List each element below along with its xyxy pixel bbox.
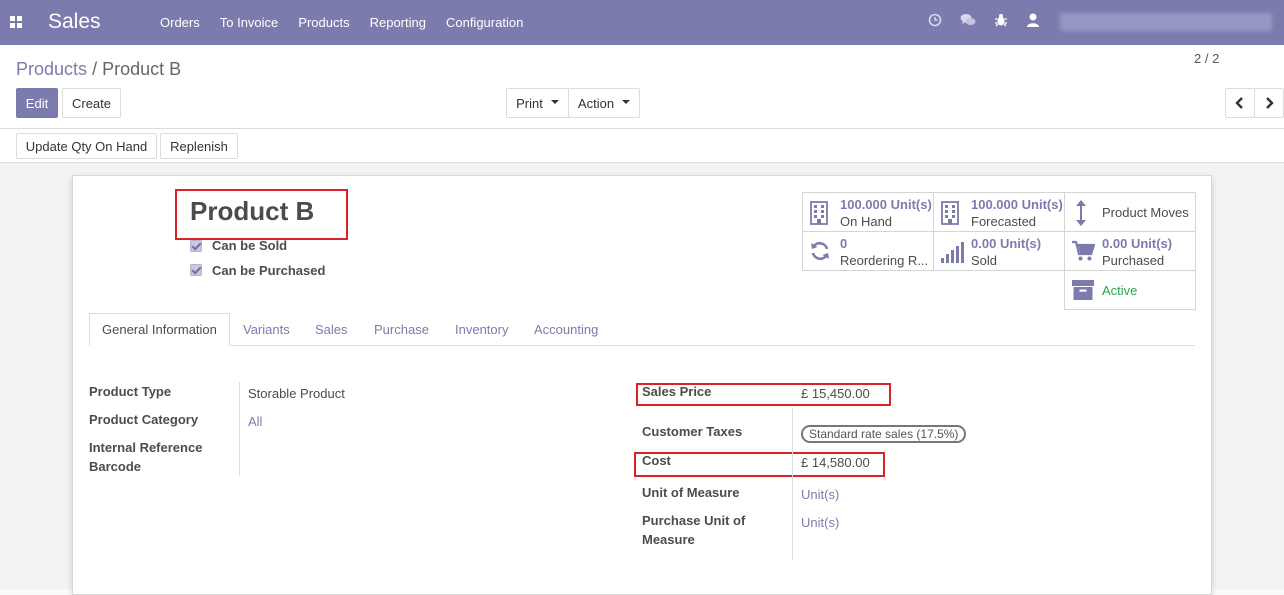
product-category-value[interactable]: All xyxy=(248,414,262,429)
forecasted-label: Forecasted xyxy=(971,214,1037,229)
product-category-label: Product Category xyxy=(89,412,199,427)
breadcrumb: Products / Product B xyxy=(16,59,181,80)
action-label: Action xyxy=(577,95,615,111)
breadcrumb-current: Product B xyxy=(102,59,182,79)
caret-down-icon xyxy=(550,100,559,104)
clock-icon[interactable] xyxy=(928,13,942,27)
print-label: Print xyxy=(516,95,543,111)
user-avatar-icon[interactable] xyxy=(1026,12,1040,28)
systray xyxy=(928,12,1040,28)
building-icon xyxy=(940,201,960,228)
product-moves-label: Product Moves xyxy=(1102,205,1189,220)
internal-reference-label: Internal Reference xyxy=(89,440,203,455)
signal-bars-icon xyxy=(940,240,964,267)
control-panel: Products / Product B xyxy=(0,45,1284,129)
menu-orders[interactable]: Orders xyxy=(150,15,210,30)
highlight-box-product-name xyxy=(175,189,348,240)
on-hand-stat-button[interactable]: 100.000 Unit(s) On Hand xyxy=(802,192,934,232)
active-label: Active xyxy=(1102,283,1138,298)
can-be-sold-label: Can be Sold xyxy=(212,238,288,253)
on-hand-label: On Hand xyxy=(840,214,893,229)
menu-reporting[interactable]: Reporting xyxy=(360,15,436,30)
highlight-box-cost xyxy=(634,452,885,477)
shopping-cart-icon xyxy=(1071,240,1096,265)
chat-icon[interactable] xyxy=(960,13,976,27)
product-moves-stat-button[interactable]: Product Moves xyxy=(1064,192,1196,232)
purchase-uom-label-line1: Purchase Unit of xyxy=(642,513,746,528)
forecasted-value: 100.000 Unit(s) xyxy=(971,197,1063,212)
purchased-stat-button[interactable]: 0.00 Unit(s) Purchased xyxy=(1064,231,1196,271)
purchased-value: 0.00 Unit(s) xyxy=(1102,236,1173,251)
tab-general-information[interactable]: General Information xyxy=(89,313,230,346)
customer-taxes-label: Customer Taxes xyxy=(642,424,743,439)
user-name-redacted[interactable] xyxy=(1060,13,1272,31)
pager-next-button[interactable] xyxy=(1254,88,1284,118)
sold-label: Sold xyxy=(971,253,998,268)
chevron-left-icon xyxy=(1235,97,1243,109)
forecasted-stat-button[interactable]: 100.000 Unit(s) Forecasted xyxy=(933,192,1065,232)
reordering-stat-button[interactable]: 0 Reordering R... xyxy=(802,231,934,271)
right-group-separator xyxy=(792,408,793,560)
action-dropdown[interactable]: Action xyxy=(568,88,640,118)
barcode-label: Barcode xyxy=(89,459,142,474)
refresh-icon xyxy=(809,240,831,265)
update-qty-on-hand-button[interactable]: Update Qty On Hand xyxy=(16,133,157,159)
archive-icon xyxy=(1071,279,1095,304)
purchased-label: Purchased xyxy=(1102,253,1165,268)
apps-menu-icon[interactable] xyxy=(10,16,22,28)
product-type-label: Product Type xyxy=(89,384,172,399)
reordering-label: Reordering R... xyxy=(840,253,929,268)
chevron-right-icon xyxy=(1266,97,1274,109)
sold-stat-button[interactable]: 0.00 Unit(s) Sold xyxy=(933,231,1065,271)
on-hand-value: 100.000 Unit(s) xyxy=(840,197,932,212)
tab-variants[interactable]: Variants xyxy=(243,313,290,346)
menu-products[interactable]: Products xyxy=(288,15,359,30)
main-menu: Orders To Invoice Products Reporting Con… xyxy=(150,0,533,45)
building-icon xyxy=(809,201,829,228)
unit-of-measure-label: Unit of Measure xyxy=(642,485,740,500)
sold-value: 0.00 Unit(s) xyxy=(971,236,1042,251)
can-be-purchased-checkbox[interactable] xyxy=(190,264,202,276)
can-be-sold-checkbox[interactable] xyxy=(190,240,202,252)
active-toggle-button[interactable]: Active xyxy=(1064,270,1196,310)
unit-of-measure-value[interactable]: Unit(s) xyxy=(801,487,839,502)
purchase-uom-label-line2: Measure xyxy=(642,532,695,547)
product-type-value[interactable]: Storable Product xyxy=(248,386,345,401)
tab-sales[interactable]: Sales xyxy=(315,313,348,346)
create-button[interactable]: Create xyxy=(62,88,121,118)
caret-down-icon xyxy=(622,100,631,104)
purchase-uom-value[interactable]: Unit(s) xyxy=(801,515,839,530)
can-be-purchased-label: Can be Purchased xyxy=(212,263,326,278)
top-navbar: Sales Orders To Invoice Products Reporti… xyxy=(0,0,1284,45)
highlight-box-sales-price xyxy=(636,383,891,406)
left-group-separator xyxy=(239,382,240,476)
print-dropdown[interactable]: Print xyxy=(506,88,569,118)
bug-icon[interactable] xyxy=(994,13,1008,27)
customer-tax-tag[interactable]: Standard rate sales (17.5%) xyxy=(801,425,967,443)
vertical-arrows-icon xyxy=(1075,199,1087,230)
replenish-button[interactable]: Replenish xyxy=(160,133,238,159)
app-name: Sales xyxy=(48,10,101,33)
pager-previous-button[interactable] xyxy=(1225,88,1255,118)
breadcrumb-products[interactable]: Products xyxy=(16,59,87,79)
tab-inventory[interactable]: Inventory xyxy=(455,313,508,346)
menu-configuration[interactable]: Configuration xyxy=(436,15,533,30)
menu-to-invoice[interactable]: To Invoice xyxy=(210,15,289,30)
tab-accounting[interactable]: Accounting xyxy=(534,313,598,346)
tab-purchase[interactable]: Purchase xyxy=(374,313,429,346)
pager-value[interactable]: 2 / 2 xyxy=(1194,51,1219,66)
reordering-value: 0 xyxy=(840,236,848,251)
breadcrumb-separator: / xyxy=(92,59,98,79)
edit-button[interactable]: Edit xyxy=(16,88,58,118)
